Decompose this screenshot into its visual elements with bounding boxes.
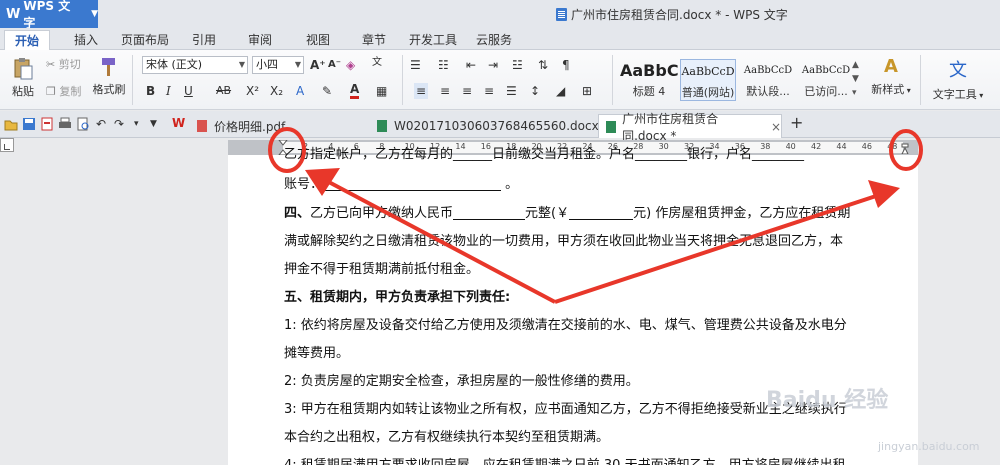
baidu-watermark-url: jingyan.baidu.com bbox=[878, 440, 980, 453]
arrow-head-icon bbox=[305, 168, 340, 196]
arrow-head-icon bbox=[868, 180, 900, 208]
annotation-circle-right bbox=[889, 129, 923, 171]
annotation-circle-left bbox=[268, 127, 306, 173]
annotation-arrow-right bbox=[554, 194, 877, 304]
annotation-arrow-left bbox=[324, 178, 556, 304]
baidu-watermark: Baidu 经验 bbox=[766, 388, 889, 413]
